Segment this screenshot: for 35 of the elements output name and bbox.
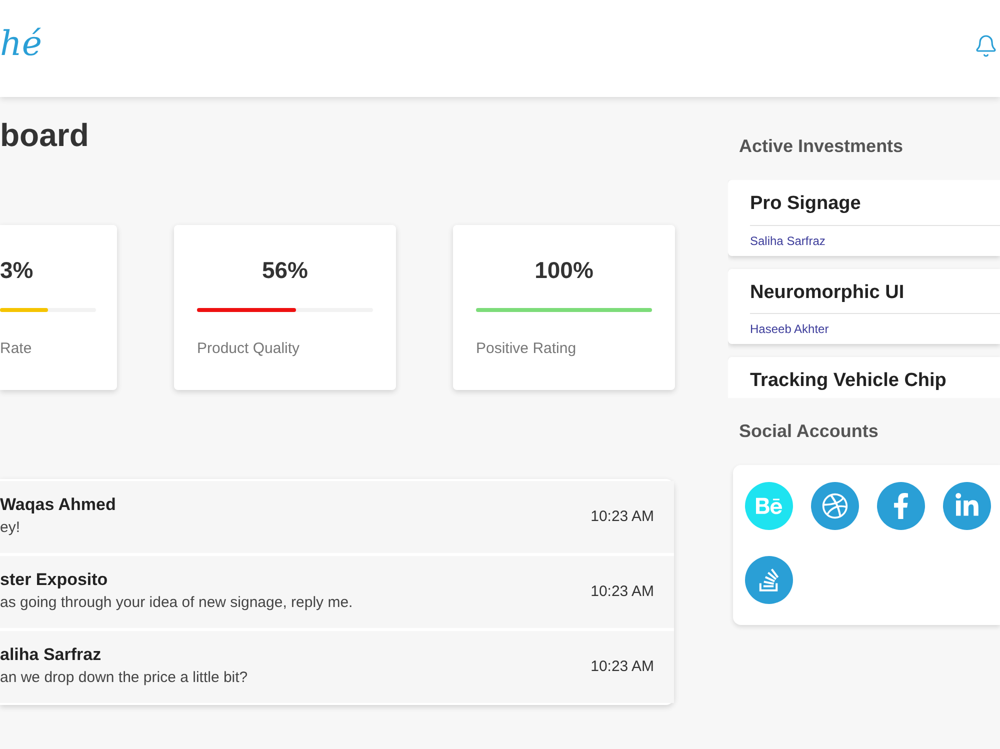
notification-bell-icon[interactable] (974, 32, 998, 58)
linkedin-icon[interactable] (943, 482, 991, 530)
message-row[interactable]: Waqas Ahmed ey! 10:23 AM (0, 481, 674, 553)
message-row[interactable]: ster Exposito as going through your idea of new signage, reply me. 10:23 AM (0, 556, 674, 628)
investment-owner: Saliha Sarfraz (750, 232, 826, 250)
investment-owner: Haseeb Akhter (750, 321, 830, 338)
sender-name: ster Exposito (0, 569, 109, 590)
page-title: board (0, 119, 90, 151)
stat-value: 100% (534, 259, 594, 282)
sender-name: Waqas Ahmed (0, 494, 116, 516)
message-row[interactable]: aliha Sarfraz an we drop down the price a little bit? 10:23 AM (0, 631, 674, 703)
behance-icon[interactable] (745, 482, 793, 530)
investment-title: Pro Signage (750, 190, 1000, 226)
stackoverflow-icon[interactable] (745, 556, 793, 604)
investment-card[interactable]: Neuromorphic UI Haseeb Akhter (728, 268, 1000, 344)
message-time: 10:23 AM (590, 656, 654, 677)
stat-label: Positive Rating (476, 339, 578, 359)
investment-title: Tracking Vehicle Chip (750, 367, 1000, 398)
stat-label: Product Quality (197, 339, 301, 359)
stat-value: 3% (0, 259, 34, 282)
stat-value: 56% (260, 259, 310, 282)
message-time: 10:23 AM (590, 582, 654, 602)
message-preview: as going through your idea of new signage, reply me. (0, 593, 353, 614)
sender-name: aliha Sarfraz (0, 644, 102, 666)
investment-card[interactable]: Tracking Vehicle Chip (728, 357, 1000, 398)
stat-label: Rate (0, 339, 33, 359)
message-preview: an we drop down the price a little bit? (0, 668, 248, 688)
section-title: Social Accounts (739, 420, 880, 443)
section-title: Active Investments (739, 135, 904, 158)
investment-card[interactable]: Pro Signage Saliha Sarfraz (728, 180, 1000, 256)
investment-title: Neuromorphic UI (750, 278, 1000, 314)
message-preview: ey! (0, 518, 22, 538)
dribbble-icon[interactable] (811, 482, 859, 530)
facebook-icon[interactable] (877, 482, 925, 530)
message-time: 10:23 AM (590, 506, 654, 527)
